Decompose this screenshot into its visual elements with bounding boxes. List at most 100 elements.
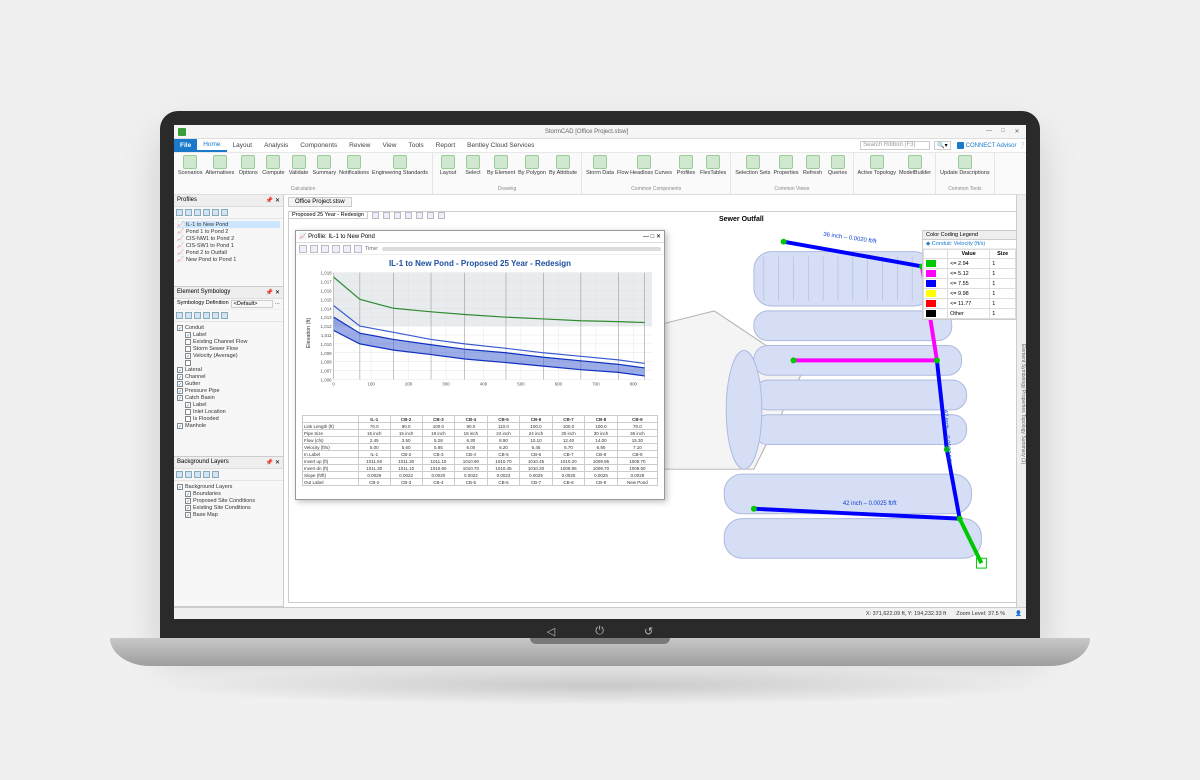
profile-tb-icon[interactable] bbox=[299, 245, 307, 253]
ribbon-select-button[interactable]: Select bbox=[462, 155, 484, 176]
ribbon-options-button[interactable]: Options bbox=[237, 155, 259, 176]
tree-checkbox[interactable] bbox=[185, 339, 191, 345]
tab-file[interactable]: File bbox=[174, 139, 197, 152]
ribbon-alternatives-button[interactable]: Alternatives bbox=[205, 155, 234, 176]
profile-tb-icon[interactable] bbox=[332, 245, 340, 253]
ribbon-properties-button[interactable]: Properties bbox=[773, 155, 798, 176]
tree-checkbox[interactable] bbox=[185, 346, 191, 352]
ribbon-engineering-standards-button[interactable]: Engineering Standards bbox=[372, 155, 428, 176]
background-tb-icon[interactable] bbox=[203, 471, 210, 478]
tree-checkbox[interactable] bbox=[185, 402, 191, 408]
tree-item[interactable]: Velocity (Average) bbox=[177, 352, 280, 359]
ribbon-search-go[interactable]: 🔍▾ bbox=[934, 141, 950, 150]
ribbon-flextables-button[interactable]: FlexTables bbox=[700, 155, 726, 176]
tree-checkbox[interactable] bbox=[185, 332, 191, 338]
tree-item[interactable]: Manhole bbox=[177, 422, 280, 429]
ribbon-summary-button[interactable]: Summary bbox=[313, 155, 337, 176]
tree-checkbox[interactable] bbox=[185, 491, 191, 497]
ribbon-modelbuilder-button[interactable]: ModelBuilder bbox=[899, 155, 931, 176]
profile-tb-icon[interactable] bbox=[354, 245, 362, 253]
tree-checkbox[interactable] bbox=[185, 353, 191, 359]
tree-checkbox[interactable] bbox=[177, 388, 183, 394]
connect-advisor-button[interactable]: CONNECT Advisor ❔ bbox=[957, 142, 1026, 149]
tree-checkbox[interactable] bbox=[185, 360, 191, 366]
background-tb-icon[interactable] bbox=[176, 471, 183, 478]
tree-checkbox[interactable] bbox=[177, 395, 183, 401]
tab-layout[interactable]: Layout bbox=[227, 139, 259, 152]
profiles-refresh-icon[interactable] bbox=[221, 209, 228, 216]
tab-bentley-cloud[interactable]: Bentley Cloud Services bbox=[461, 139, 540, 152]
ribbon-validate-button[interactable]: Validate bbox=[288, 155, 310, 176]
tree-item[interactable]: Label bbox=[177, 331, 280, 338]
symbology-tb-icon[interactable] bbox=[221, 312, 228, 319]
profile-item[interactable]: 📈CIS-NW1 to Pond 2 bbox=[177, 235, 280, 242]
ribbon-search-input[interactable]: Search Ribbon (F3) bbox=[860, 141, 930, 150]
profile-tb-icon[interactable] bbox=[321, 245, 329, 253]
tree-checkbox[interactable] bbox=[177, 374, 183, 380]
symbology-tb-icon[interactable] bbox=[185, 312, 192, 319]
tree-checkbox[interactable] bbox=[185, 498, 191, 504]
profiles-view-icon[interactable] bbox=[203, 209, 210, 216]
background-tb-icon[interactable] bbox=[212, 471, 219, 478]
symbology-tb-icon[interactable] bbox=[176, 312, 183, 319]
ribbon-layout-button[interactable]: Layout bbox=[437, 155, 459, 176]
ribbon-update-descriptions-button[interactable]: Update Descriptions bbox=[940, 155, 990, 176]
symbology-definition-select[interactable]: <Default> bbox=[231, 300, 273, 308]
ribbon-refresh-button[interactable]: Refresh bbox=[802, 155, 824, 176]
profile-tb-icon[interactable] bbox=[310, 245, 318, 253]
tree-item[interactable]: Base Map bbox=[177, 511, 280, 518]
minimize-button[interactable]: — bbox=[984, 128, 994, 135]
ribbon-by-polygon-button[interactable]: By Polygon bbox=[518, 155, 546, 176]
profile-item[interactable]: 📈Pond 1 to Pond 2 bbox=[177, 228, 280, 235]
tree-item[interactable]: Is Flooded bbox=[177, 415, 280, 422]
symbology-panel-pin-icon[interactable]: 📌 ✕ bbox=[266, 289, 280, 296]
background-panel-pin-icon[interactable]: 📌 ✕ bbox=[266, 459, 280, 466]
profile-item[interactable]: 📈IL-1 to New Pond bbox=[177, 221, 280, 228]
close-button[interactable]: ✕ bbox=[1012, 128, 1022, 135]
tree-item[interactable]: Background Layers bbox=[177, 483, 280, 490]
tree-item[interactable]: Storm Sewer Flow bbox=[177, 345, 280, 352]
ribbon-profiles-button[interactable]: Profiles bbox=[675, 155, 697, 176]
tree-item[interactable]: Existing Site Conditions bbox=[177, 504, 280, 511]
profile-min-button[interactable]: — bbox=[643, 234, 649, 240]
map-canvas[interactable]: Sewer Outfall bbox=[288, 211, 1022, 603]
background-tb-icon[interactable] bbox=[185, 471, 192, 478]
ribbon-by-attribute-button[interactable]: By Attribute bbox=[549, 155, 577, 176]
tree-checkbox[interactable] bbox=[177, 381, 183, 387]
tree-checkbox[interactable] bbox=[185, 416, 191, 422]
tree-item[interactable]: Gutter bbox=[177, 380, 280, 387]
help-icon[interactable]: ❔ bbox=[1019, 142, 1026, 149]
tree-checkbox[interactable] bbox=[185, 409, 191, 415]
tab-components[interactable]: Components bbox=[294, 139, 343, 152]
tree-checkbox[interactable] bbox=[177, 484, 183, 490]
document-tab[interactable]: Office Project.stsw bbox=[288, 197, 352, 207]
tree-item[interactable]: Label bbox=[177, 401, 280, 408]
ribbon-storm-data-button[interactable]: Storm Data bbox=[586, 155, 614, 176]
profile-item[interactable]: 📈Pond 2 to Outfall bbox=[177, 249, 280, 256]
ribbon-by-element-button[interactable]: By Element bbox=[487, 155, 515, 176]
profiles-copy-icon[interactable] bbox=[212, 209, 219, 216]
right-docked-tabs[interactable]: Element Symbology Properties Topology Su… bbox=[1016, 195, 1026, 607]
symbology-tb-icon[interactable] bbox=[203, 312, 210, 319]
symbology-tb-icon[interactable] bbox=[212, 312, 219, 319]
tab-home[interactable]: Home bbox=[197, 139, 226, 152]
tree-checkbox[interactable] bbox=[185, 512, 191, 518]
tree-item[interactable]: Pressure Pipe bbox=[177, 387, 280, 394]
profiles-delete-icon[interactable] bbox=[185, 209, 192, 216]
tree-item[interactable]: Boundaries bbox=[177, 490, 280, 497]
profile-close-button[interactable]: ✕ bbox=[656, 234, 661, 240]
profile-window[interactable]: 📈 Profile: IL-1 to New Pond — □ ✕ bbox=[295, 230, 665, 500]
profile-time-slider[interactable] bbox=[382, 247, 661, 251]
tree-item[interactable] bbox=[177, 359, 280, 366]
tree-checkbox[interactable] bbox=[177, 423, 183, 429]
profile-tb-icon[interactable] bbox=[343, 245, 351, 253]
status-user-icon[interactable]: 👤 bbox=[1015, 611, 1022, 617]
tab-review[interactable]: Review bbox=[343, 139, 376, 152]
symbology-tb-icon[interactable] bbox=[194, 312, 201, 319]
tree-item[interactable]: Existing Channel Flow bbox=[177, 338, 280, 345]
background-tb-icon[interactable] bbox=[194, 471, 201, 478]
tree-checkbox[interactable] bbox=[185, 505, 191, 511]
ribbon-selection-sets-button[interactable]: Selection Sets bbox=[735, 155, 770, 176]
tab-report[interactable]: Report bbox=[430, 139, 462, 152]
drawing-area[interactable]: Office Project.stsw Proposed 25 Year - R… bbox=[284, 195, 1026, 607]
